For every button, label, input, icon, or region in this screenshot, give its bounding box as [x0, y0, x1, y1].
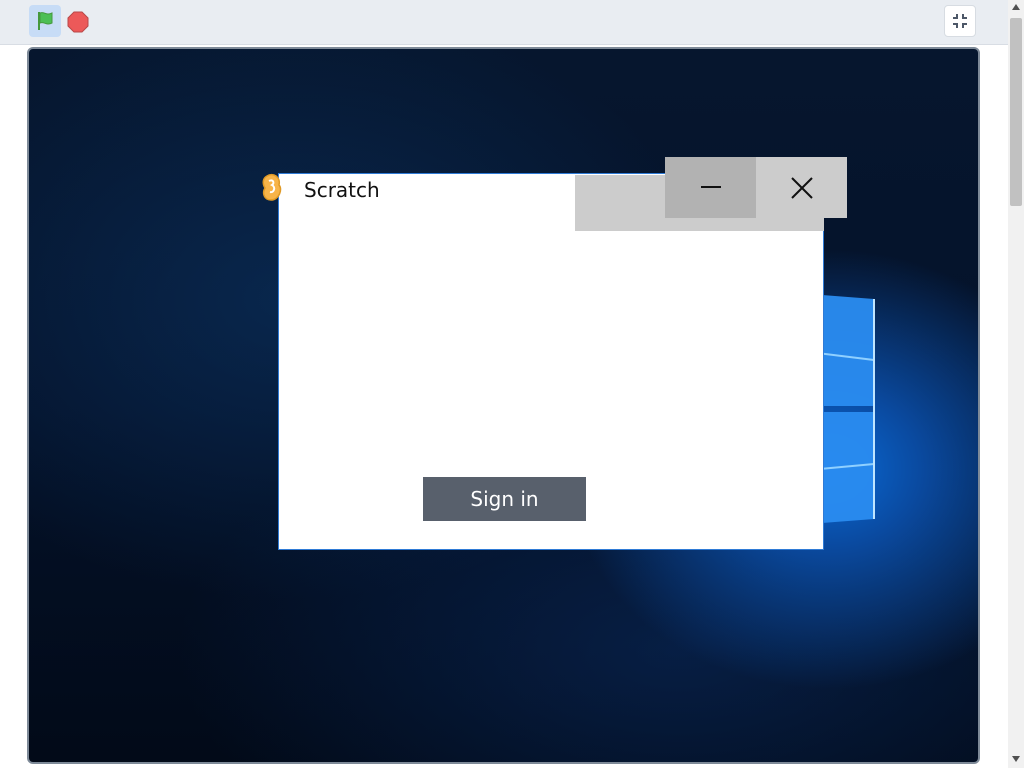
vertical-scrollbar[interactable] — [1008, 0, 1024, 768]
green-flag-icon — [38, 12, 53, 30]
exit-fullscreen-icon — [953, 14, 967, 28]
exit-fullscreen-button[interactable] — [944, 5, 976, 37]
stop-button[interactable] — [67, 11, 89, 33]
minimize-button[interactable] — [665, 157, 756, 218]
scroll-down-arrow-icon[interactable] — [1012, 756, 1020, 762]
scratch-cat-icon — [262, 173, 282, 201]
stop-icon — [67, 11, 89, 33]
scroll-up-arrow-icon[interactable] — [1012, 4, 1020, 10]
scrollbar-thumb[interactable] — [1010, 18, 1022, 206]
stage-canvas[interactable]: Scratch Sign in — [27, 47, 980, 764]
close-button[interactable] — [756, 157, 847, 218]
green-flag-button[interactable] — [29, 5, 61, 37]
stage-toolbar — [0, 0, 1008, 45]
minimize-icon — [701, 186, 721, 188]
sign-in-button[interactable]: Sign in — [423, 477, 586, 521]
dialog-title: Scratch — [304, 178, 380, 202]
close-icon — [791, 177, 813, 199]
